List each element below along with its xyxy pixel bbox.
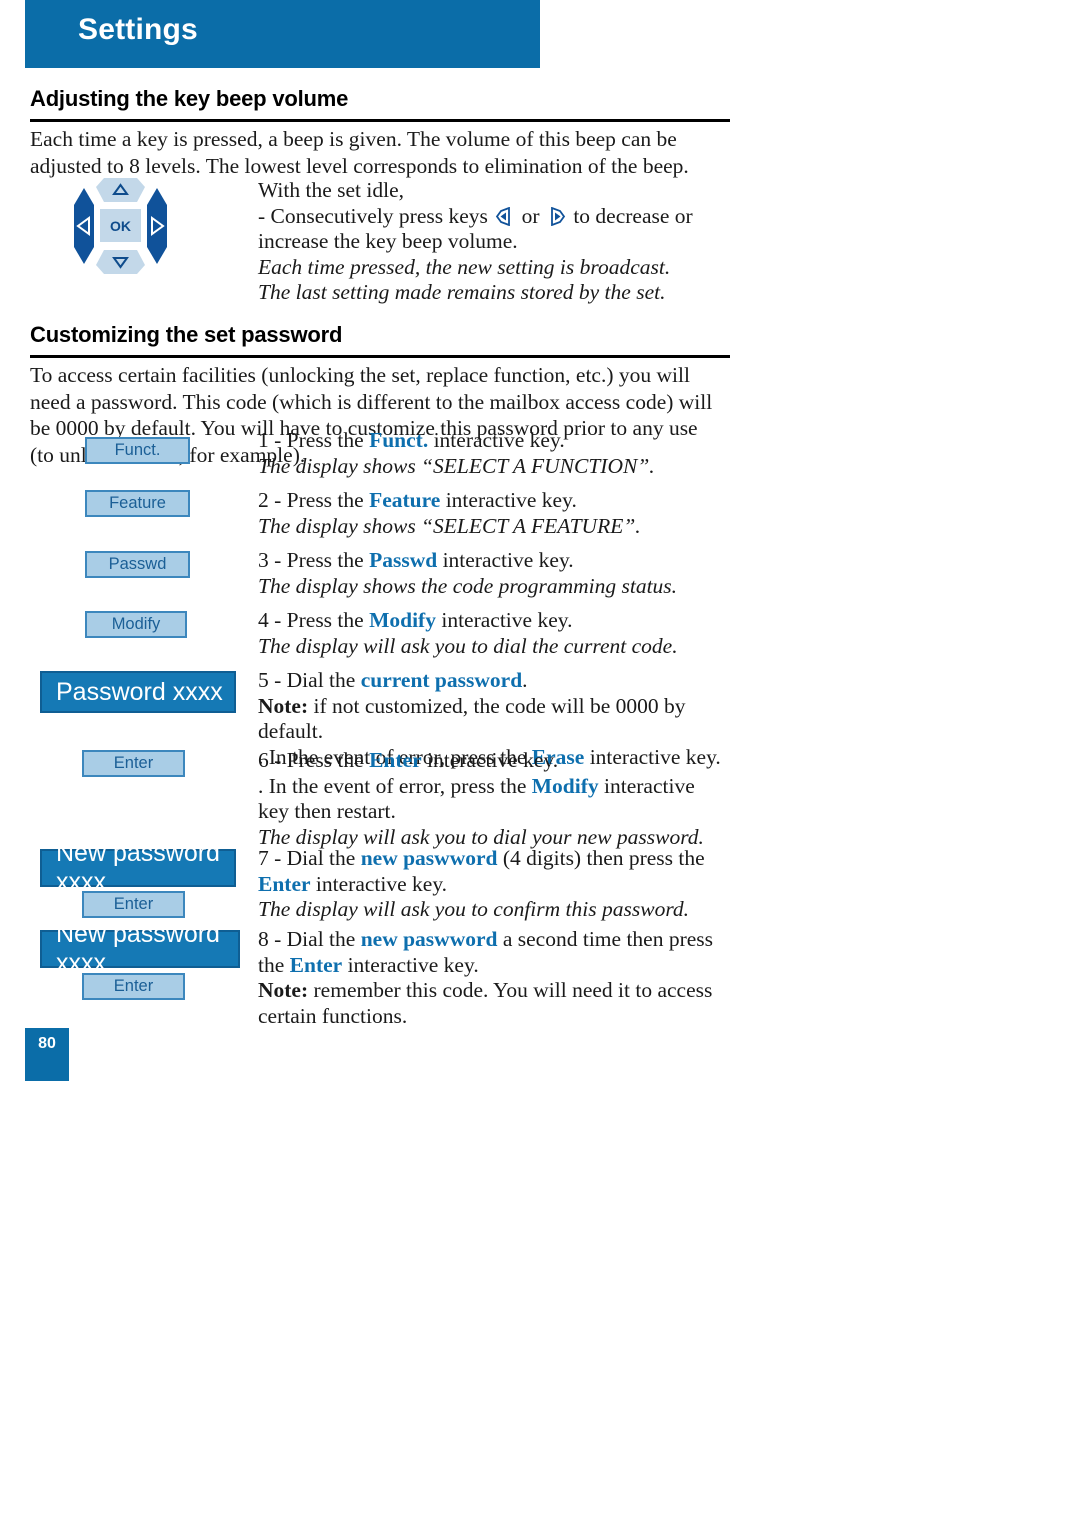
step-5-note-text: if not customized, the code will be 0000… [258, 693, 686, 744]
step-8-note-text: remember this code. You will need it to … [258, 978, 713, 1028]
softkey-feature-label: Feature [109, 494, 166, 512]
display-new-password-1: New password xxxx [40, 839, 236, 896]
step-5-line-1: 5 - Dial the current password. [258, 668, 730, 694]
step-8-post: interactive key. [342, 952, 479, 977]
display-password-current-label: Password xxxx [56, 677, 223, 706]
display-password-current: Password xxxx [40, 671, 236, 713]
arrow-right-inline-icon [547, 206, 566, 226]
beep-volume-instructions: With the set idle, - Consecutively press… [258, 178, 730, 306]
step-7-mid: (4 digits) then press the [497, 846, 705, 870]
step-6-post: interactive key. [421, 748, 559, 772]
display-new-password-2-label: New password xxxx [56, 920, 220, 977]
step-2-post: interactive key. [440, 488, 577, 512]
step-3-text: 3 - Press the Passwd interactive key. Th… [258, 548, 730, 599]
beep-line-2: - Consecutively press keys or to decreas… [258, 204, 730, 255]
softkey-enter-step6[interactable]: Enter [82, 750, 185, 777]
step-1-pre: 1 - Press the [258, 428, 370, 452]
step-3-keyword: Passwd [369, 548, 438, 572]
navpad-svg: OK [74, 178, 167, 274]
beep-line-2-mid: or [521, 203, 540, 228]
section-intro-beep-volume: Each time a key is pressed, a beep is gi… [30, 127, 689, 178]
step-5-keyword: current password [360, 668, 523, 692]
beep-line-2-pre: - Consecutively press keys [258, 203, 488, 228]
softkey-feature[interactable]: Feature [85, 490, 190, 517]
page-header-band: Settings [25, 0, 540, 68]
ok-button-label: OK [110, 218, 131, 234]
step-3-line-1: 3 - Press the Passwd interactive key. [258, 548, 730, 574]
step-8-text: 8 - Dial the new paswword a second time … [258, 927, 730, 1029]
step-6-line-2: . In the event of error, press the Modif… [258, 774, 730, 825]
arrow-down-key-icon[interactable] [96, 250, 145, 274]
navigation-pad-graphic: OK [68, 176, 173, 276]
step-1-keyword: Funct. [369, 428, 429, 452]
step-7-pre: 7 - Dial the [258, 846, 361, 870]
step-6-line-1: 6 - Press the Enter interactive key. [258, 748, 730, 774]
softkey-enter-step6-label: Enter [113, 754, 154, 772]
page-title: Settings [78, 13, 198, 46]
step-2-keyword: Feature [369, 488, 441, 512]
step-6-error-keyword: Modify [531, 773, 599, 798]
step-7-keyword-2: Enter [258, 871, 311, 896]
step-5-note-label: Note: [258, 693, 309, 718]
step-8-note-label: Note: [258, 978, 309, 1002]
step-6-text: 6 - Press the Enter interactive key. . I… [258, 748, 730, 850]
beep-italic-2: The last setting made remains stored by … [258, 280, 666, 304]
arrow-up-key-icon[interactable] [96, 178, 145, 202]
beep-line-1: With the set idle, [258, 178, 405, 202]
step-2-pre: 2 - Press the [258, 488, 370, 512]
step-4-keyword: Modify [369, 608, 436, 632]
step-4-post: interactive key. [435, 608, 573, 632]
section-heading-customizing-password: Customizing the set password [30, 322, 730, 358]
step-7-italic: The display will ask you to confirm this… [258, 897, 690, 921]
step-5-post: . [522, 668, 528, 692]
step-2-line-1: 2 - Press the Feature interactive key. [258, 488, 730, 514]
softkey-modify-label: Modify [111, 615, 161, 633]
step-7-keyword: new paswword [360, 846, 498, 870]
step-8-line-2: Note: remember this code. You will need … [258, 978, 730, 1029]
step-4-italic: The display will ask you to dial the cur… [258, 633, 678, 658]
step-8-pre: 8 - Dial the [258, 927, 361, 951]
step-4-line-1: 4 - Press the Modify interactive key. [258, 608, 730, 634]
step-4-text: 4 - Press the Modify interactive key. Th… [258, 608, 730, 659]
step-3-italic: The display shows the code programming s… [258, 573, 678, 598]
step-1-line-1: 1 - Press the Funct. interactive key. [258, 428, 730, 454]
softkey-funct-label: Funct. [114, 441, 161, 459]
step-7-line-1: 7 - Dial the new paswword (4 digits) the… [258, 846, 730, 897]
softkey-enter-step8[interactable]: Enter [82, 973, 185, 1000]
step-8-keyword-2: Enter [289, 952, 343, 977]
softkey-enter-step8-label: Enter [113, 977, 154, 995]
step-1-post: interactive key. [428, 428, 565, 452]
softkey-modify[interactable]: Modify [85, 611, 187, 638]
page-number-badge: 80 [25, 1028, 69, 1081]
step-7-text: 7 - Dial the new paswword (4 digits) the… [258, 846, 730, 923]
softkey-enter-step7[interactable]: Enter [82, 891, 185, 918]
step-8-line-1: 8 - Dial the new paswword a second time … [258, 927, 730, 978]
beep-italic-1: Each time pressed, the new setting is br… [258, 254, 671, 279]
softkey-passwd-label: Passwd [108, 555, 167, 573]
softkey-enter-step7-label: Enter [113, 895, 154, 913]
softkey-funct[interactable]: Funct. [85, 437, 190, 464]
step-6-error-pre: . In the event of error, press the [258, 773, 532, 798]
step-2-text: 2 - Press the Feature interactive key. T… [258, 488, 730, 539]
step-5-line-2: Note: if not customized, the code will b… [258, 694, 730, 745]
page-number-value: 80 [38, 1035, 56, 1052]
display-new-password-1-label: New password xxxx [56, 839, 220, 896]
step-8-keyword: new paswword [360, 927, 498, 951]
step-3-post: interactive key. [437, 548, 574, 572]
step-1-text: 1 - Press the Funct. interactive key. Th… [258, 428, 730, 479]
step-5-pre: 5 - Dial the [258, 668, 361, 692]
step-7-post: interactive key. [310, 871, 448, 896]
step-6-pre: 6 - Press the [258, 748, 370, 772]
step-1-italic: The display shows “SELECT A FUNCTION”. [258, 453, 655, 478]
step-2-italic: The display shows “SELECT A FEATURE”. [258, 513, 641, 538]
step-6-keyword: Enter [369, 748, 422, 772]
softkey-passwd[interactable]: Passwd [85, 551, 190, 578]
display-new-password-2: New password xxxx [40, 920, 240, 977]
arrow-left-inline-icon [495, 206, 514, 226]
section-heading-beep-volume: Adjusting the key beep volume [30, 86, 730, 122]
step-3-pre: 3 - Press the [258, 548, 370, 572]
step-4-pre: 4 - Press the [258, 608, 370, 632]
